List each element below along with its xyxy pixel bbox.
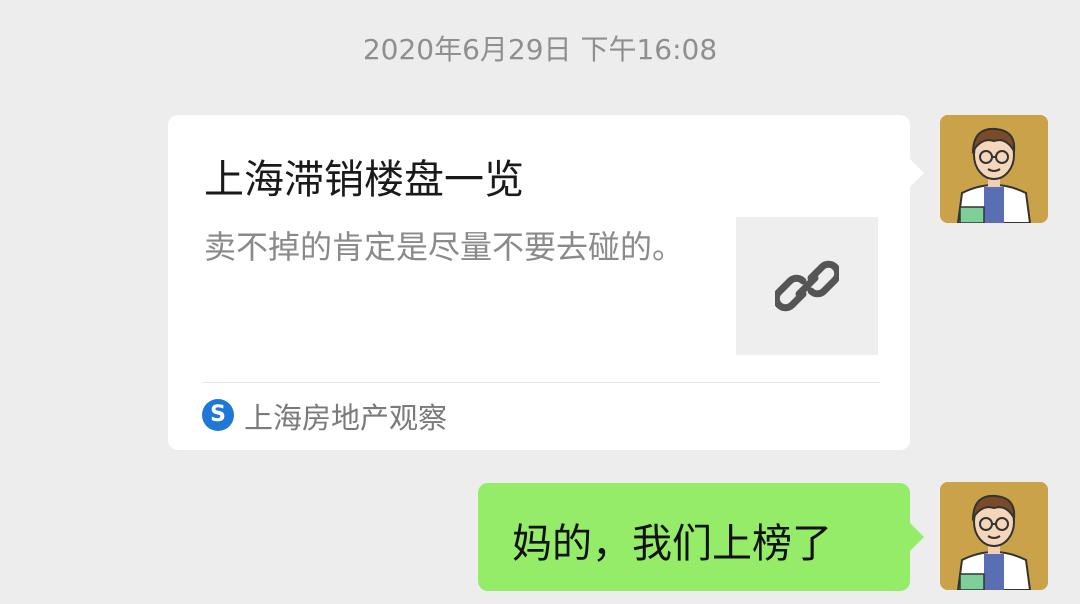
link-card-source-name: 上海房地产观察 — [244, 401, 448, 435]
link-icon — [775, 260, 839, 312]
source-logo-icon: S — [202, 399, 234, 431]
doctor-avatar-icon — [940, 115, 1048, 223]
chat-timestamp: 2020年6月29日 下午16:08 — [362, 33, 718, 66]
message-text: 妈的，我们上榜了 — [512, 521, 832, 567]
avatar[interactable] — [940, 115, 1048, 223]
link-card-description: 卖不掉的肯定是尽量不要去碰的。 — [204, 228, 685, 266]
avatar[interactable] — [940, 482, 1048, 590]
link-card-thumbnail — [736, 217, 878, 355]
doctor-avatar-icon — [940, 482, 1048, 590]
link-card-divider — [202, 382, 880, 383]
sent-message-bubble[interactable]: 妈的，我们上榜了 — [478, 483, 924, 591]
link-card-title: 上海滞销楼盘一览 — [204, 157, 524, 203]
shared-link-card[interactable]: 上海滞销楼盘一览 卖不掉的肯定是尽量不要去碰的。 S 上海房地产观察 — [168, 115, 924, 450]
